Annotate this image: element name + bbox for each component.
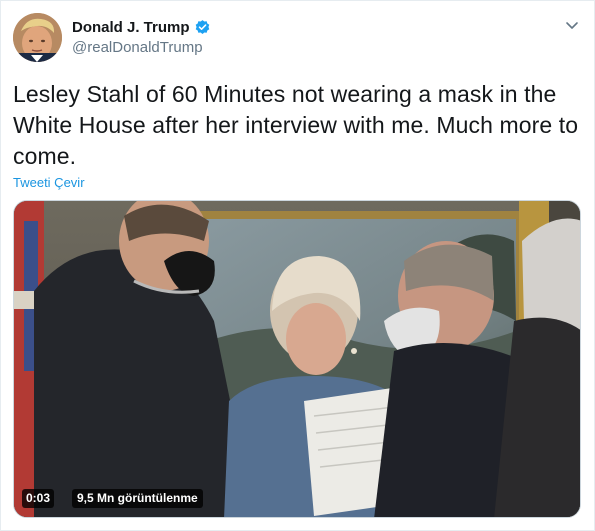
video-views-badge: 9,5 Mn görüntülenme xyxy=(72,489,203,508)
translate-tweet-link[interactable]: Tweeti Çevir xyxy=(13,175,85,190)
tweet-text: Lesley Stahl of 60 Minutes not wearing a… xyxy=(13,81,579,169)
tweet-video[interactable]: 0:03 9,5 Mn görüntülenme xyxy=(13,200,581,518)
author-info[interactable]: Donald J. Trump @realDonaldTrump xyxy=(72,17,211,56)
verified-badge-icon xyxy=(194,19,211,36)
video-frame xyxy=(14,201,580,517)
author-handle[interactable]: @realDonaldTrump xyxy=(72,39,211,56)
chevron-down-icon[interactable] xyxy=(564,17,580,33)
author-avatar[interactable] xyxy=(13,13,62,62)
author-display-name[interactable]: Donald J. Trump xyxy=(72,19,190,36)
author-name-row: Donald J. Trump xyxy=(72,17,211,37)
video-duration-badge: 0:03 xyxy=(22,489,55,508)
tweet-card: Donald J. Trump @realDonaldTrump Lesley … xyxy=(0,0,595,531)
